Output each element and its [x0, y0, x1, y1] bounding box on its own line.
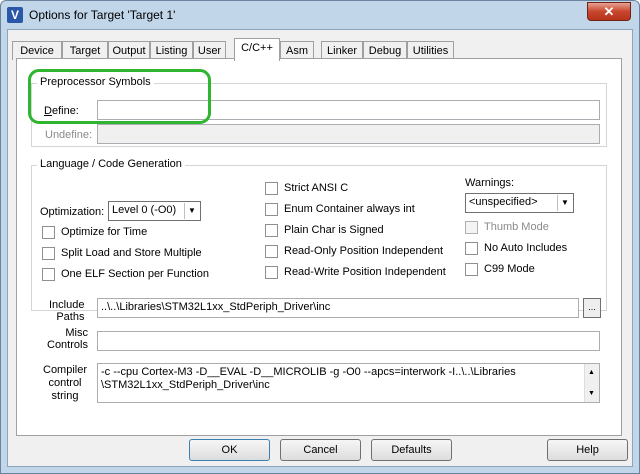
annotation-highlight-circle	[28, 69, 211, 124]
language-group-title: Language / Code Generation	[37, 158, 185, 170]
split-load-label: Split Load and Store Multiple	[61, 247, 202, 259]
vertical-scrollbar[interactable]: ▲ ▼	[584, 364, 599, 402]
warnings-select[interactable]: <unspecified> ▼	[465, 193, 574, 213]
compiler-control-line2: \STM32L1xx_StdPeriph_Driver\inc	[101, 379, 270, 391]
chevron-down-icon: ▼	[184, 203, 199, 219]
tab-c-cpp[interactable]: C/C++	[234, 38, 280, 61]
compiler-control-label-line2: control	[48, 377, 82, 389]
compiler-control-label: Compiler control string	[43, 364, 87, 403]
plain-char-checkbox[interactable]	[265, 224, 278, 237]
enum-container-label: Enum Container always int	[284, 203, 415, 215]
rwpi-label: Read-Write Position Independent	[284, 266, 446, 278]
optimize-for-time-checkbox[interactable]	[42, 226, 55, 239]
misc-controls-label-line2: Controls	[47, 339, 88, 351]
window-title: Options for Target 'Target 1'	[29, 8, 176, 22]
scroll-down-icon[interactable]: ▼	[588, 387, 595, 400]
rwpi-checkbox[interactable]	[265, 266, 278, 279]
help-button[interactable]: Help	[547, 439, 628, 461]
include-paths-label-line2: Paths	[56, 311, 85, 323]
optimization-label: Optimization:	[40, 206, 105, 218]
compiler-control-line1: -c --cpu Cortex-M3 -D__EVAL -D__MICROLIB…	[101, 366, 516, 378]
c99-mode-checkbox[interactable]	[465, 263, 478, 276]
ok-button[interactable]: OK	[189, 439, 270, 461]
enum-container-checkbox[interactable]	[265, 203, 278, 216]
strict-ansi-checkbox[interactable]	[265, 182, 278, 195]
compiler-control-string[interactable]: -c --cpu Cortex-M3 -D__EVAL -D__MICROLIB…	[97, 363, 600, 403]
one-elf-checkbox[interactable]	[42, 268, 55, 281]
strict-ansi-label: Strict ANSI C	[284, 182, 349, 194]
optimization-select[interactable]: Level 0 (-O0) ▼	[108, 201, 201, 221]
misc-controls-input[interactable]	[97, 331, 600, 351]
no-auto-includes-checkbox[interactable]	[465, 242, 478, 255]
undefine-label: Undefine:	[45, 129, 93, 141]
scroll-up-icon[interactable]: ▲	[588, 366, 595, 379]
misc-controls-label-line1: Misc	[65, 327, 88, 339]
split-load-checkbox[interactable]	[42, 247, 55, 260]
misc-controls-label: Misc Controls	[47, 327, 88, 351]
compiler-control-label-line3: string	[51, 390, 79, 402]
ropi-label: Read-Only Position Independent	[284, 245, 443, 257]
include-paths-label: Include Paths	[49, 299, 84, 323]
options-dialog: V Options for Target 'Target 1' ✕ Device…	[0, 0, 640, 474]
optimization-select-value: Level 0 (-O0)	[112, 204, 177, 216]
thumb-mode-checkbox[interactable]	[465, 221, 478, 234]
compiler-control-label-line1: Compiler	[43, 364, 88, 376]
no-auto-includes-label: No Auto Includes	[484, 242, 568, 254]
close-button[interactable]: ✕	[587, 2, 631, 21]
plain-char-label: Plain Char is Signed	[284, 224, 384, 236]
undefine-input[interactable]	[97, 124, 600, 144]
warnings-label: Warnings:	[465, 177, 515, 189]
one-elf-label: One ELF Section per Function	[61, 268, 209, 280]
cancel-button[interactable]: Cancel	[280, 439, 361, 461]
defaults-button[interactable]: Defaults	[371, 439, 452, 461]
thumb-mode-label: Thumb Mode	[484, 221, 549, 233]
ropi-checkbox[interactable]	[265, 245, 278, 258]
optimize-for-time-label: Optimize for Time	[61, 226, 148, 238]
c99-mode-label: C99 Mode	[484, 263, 535, 275]
warnings-select-value: <unspecified>	[469, 196, 538, 208]
chevron-down-icon: ▼	[557, 195, 572, 211]
uvision-app-icon: V	[7, 7, 23, 23]
title-bar[interactable]: V Options for Target 'Target 1' ✕	[1, 1, 639, 29]
include-paths-label-line1: Include	[49, 299, 85, 311]
include-paths-input[interactable]: ..\..\Libraries\STM32L1xx_StdPeriph_Driv…	[97, 298, 579, 318]
include-paths-browse-button[interactable]: ...	[583, 298, 601, 318]
